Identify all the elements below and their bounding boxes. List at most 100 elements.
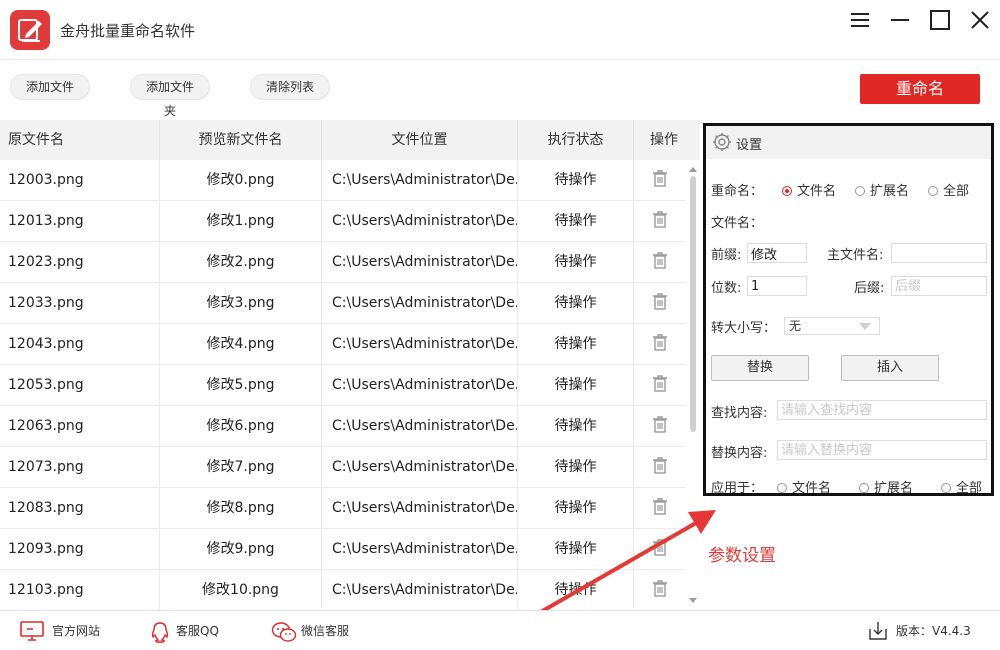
add-folder-button[interactable]: 添加文件夹 <box>130 74 210 118</box>
trash-icon[interactable] <box>652 456 668 474</box>
apply-option-filename[interactable]: 文件名 <box>777 477 831 496</box>
support-wechat-link[interactable]: 微信客服 <box>271 611 361 650</box>
table-row[interactable]: 12023.png 修改2.png C:\Users\Administrator\D… <box>0 242 686 283</box>
preview-name-cell: 修改6.png <box>160 406 322 447</box>
website-label: 官方网站 <box>52 624 101 638</box>
support-qq-link[interactable]: 客服QQ <box>150 611 230 650</box>
trash-icon[interactable] <box>652 497 668 515</box>
radio-icon <box>777 483 787 493</box>
add-file-button[interactable]: 添加文件 <box>10 74 90 100</box>
table-row[interactable]: 12093.png 修改9.png C:\Users\Administrator\D… <box>0 529 686 570</box>
trash-icon[interactable] <box>652 292 668 310</box>
replace-content-input[interactable] <box>777 440 987 460</box>
trash-icon[interactable] <box>652 374 668 392</box>
table-row[interactable]: 12053.png 修改5.png C:\Users\Administrator\D… <box>0 365 686 406</box>
preview-name-cell: 修改2.png <box>160 242 322 283</box>
preview-name-cell: 修改1.png <box>160 201 322 242</box>
preview-name-cell: 修改7.png <box>160 447 322 488</box>
location-cell: C:\Users\Administrator\De... <box>322 365 518 406</box>
table-row[interactable]: 12063.png 修改6.png C:\Users\Administrator\D… <box>0 406 686 447</box>
qq-label: 客服QQ <box>176 624 219 638</box>
case-select[interactable]: 无 <box>784 317 880 335</box>
trash-icon[interactable] <box>652 210 668 228</box>
table-row[interactable]: 12043.png 修改4.png C:\Users\Administrator\D… <box>0 324 686 365</box>
action-cell <box>634 406 686 447</box>
find-input[interactable] <box>777 400 987 420</box>
suffix-input[interactable] <box>891 276 987 296</box>
apply-option-all[interactable]: 全部 <box>941 477 982 496</box>
table-row[interactable]: 12013.png 修改1.png C:\Users\Administrator\D… <box>0 201 686 242</box>
maximize-icon[interactable] <box>928 8 952 32</box>
location-cell: C:\Users\Administrator\De... <box>322 406 518 447</box>
location-cell: C:\Users\Administrator\De... <box>322 160 518 201</box>
trash-icon[interactable] <box>652 333 668 351</box>
table-row[interactable]: 12103.png 修改10.png C:\Users\Administrator\… <box>0 570 686 610</box>
official-website-link[interactable]: 官方网站 <box>20 611 110 650</box>
version-label: 版本：V4.4.3 <box>896 624 971 638</box>
trash-icon[interactable] <box>652 538 668 556</box>
annotation-text: 参数设置 <box>708 546 776 566</box>
original-name-cell: 12073.png <box>0 447 160 488</box>
header-original-name[interactable]: 原文件名 <box>0 120 160 160</box>
insert-mode-button[interactable]: 插入 <box>841 355 939 381</box>
preview-name-cell: 修改5.png <box>160 365 322 406</box>
trash-icon[interactable] <box>652 415 668 433</box>
scroll-up-icon[interactable] <box>689 166 697 172</box>
apply-option-extension[interactable]: 扩展名 <box>859 477 913 496</box>
original-name-cell: 12003.png <box>0 160 160 201</box>
preview-name-cell: 修改10.png <box>160 570 322 610</box>
table-row[interactable]: 12073.png 修改7.png C:\Users\Administrator\D… <box>0 447 686 488</box>
file-table: 原文件名 预览新文件名 文件位置 执行状态 操作 12003.png 修改0.pn… <box>0 120 700 610</box>
action-cell <box>634 324 686 365</box>
header-action: 操作 <box>650 132 678 148</box>
location-cell: C:\Users\Administrator\De... <box>322 324 518 365</box>
trash-icon[interactable] <box>652 251 668 269</box>
table-row[interactable]: 12083.png 修改8.png C:\Users\Administrator\D… <box>0 488 686 529</box>
trash-icon[interactable] <box>652 169 668 187</box>
original-name-cell: 12103.png <box>0 570 160 610</box>
trash-icon[interactable] <box>652 579 668 597</box>
rename-option-extension[interactable]: 扩展名 <box>855 180 909 199</box>
original-name-cell: 12063.png <box>0 406 160 447</box>
status-cell: 待操作 <box>518 242 634 283</box>
settings-panel: 设置 重命名： 文件名 扩展名 全部 文件名： 前缀: 主文件名: 位数: 后缀… <box>703 123 994 496</box>
original-name-cell: 12083.png <box>0 488 160 529</box>
table-scrollbar[interactable] <box>686 160 700 610</box>
table-row[interactable]: 12033.png 修改3.png C:\Users\Administrator\D… <box>0 283 686 324</box>
rename-option-filename[interactable]: 文件名 <box>782 180 836 199</box>
version-info: 版本：V4.4.3 <box>868 611 978 650</box>
original-name-cell: 12043.png <box>0 324 160 365</box>
prefix-input[interactable] <box>747 243 807 263</box>
rename-option-all[interactable]: 全部 <box>928 180 969 199</box>
action-cell <box>634 201 686 242</box>
clear-list-button[interactable]: 清除列表 <box>250 74 330 100</box>
original-name-cell: 12053.png <box>0 365 160 406</box>
minimize-icon[interactable] <box>888 8 912 32</box>
preview-name-cell: 修改8.png <box>160 488 322 529</box>
app-logo-icon <box>10 10 50 50</box>
status-cell: 待操作 <box>518 447 634 488</box>
digits-input[interactable] <box>747 276 807 296</box>
header-preview-name[interactable]: 预览新文件名 <box>160 120 322 160</box>
scroll-down-icon[interactable] <box>689 598 697 604</box>
action-cell <box>634 529 686 570</box>
header-status[interactable]: 执行状态 <box>518 120 634 160</box>
table-row[interactable]: 12003.png 修改0.png C:\Users\Administrator\D… <box>0 160 686 201</box>
replace-mode-button[interactable]: 替换 <box>711 355 809 381</box>
scroll-thumb[interactable] <box>690 176 696 432</box>
radio-icon <box>859 483 869 493</box>
main-name-input[interactable] <box>891 243 987 263</box>
menu-icon[interactable] <box>848 8 872 32</box>
location-cell: C:\Users\Administrator\De... <box>322 201 518 242</box>
rename-button[interactable]: 重命名 <box>860 74 980 104</box>
wechat-label: 微信客服 <box>301 624 350 638</box>
location-cell: C:\Users\Administrator\De... <box>322 283 518 324</box>
header-location[interactable]: 文件位置 <box>322 120 518 160</box>
close-icon[interactable] <box>968 8 992 32</box>
action-cell <box>634 242 686 283</box>
qq-icon <box>151 622 169 643</box>
status-cell: 待操作 <box>518 324 634 365</box>
original-name-cell: 12023.png <box>0 242 160 283</box>
monitor-icon <box>20 621 44 641</box>
location-cell: C:\Users\Administrator\De... <box>322 488 518 529</box>
